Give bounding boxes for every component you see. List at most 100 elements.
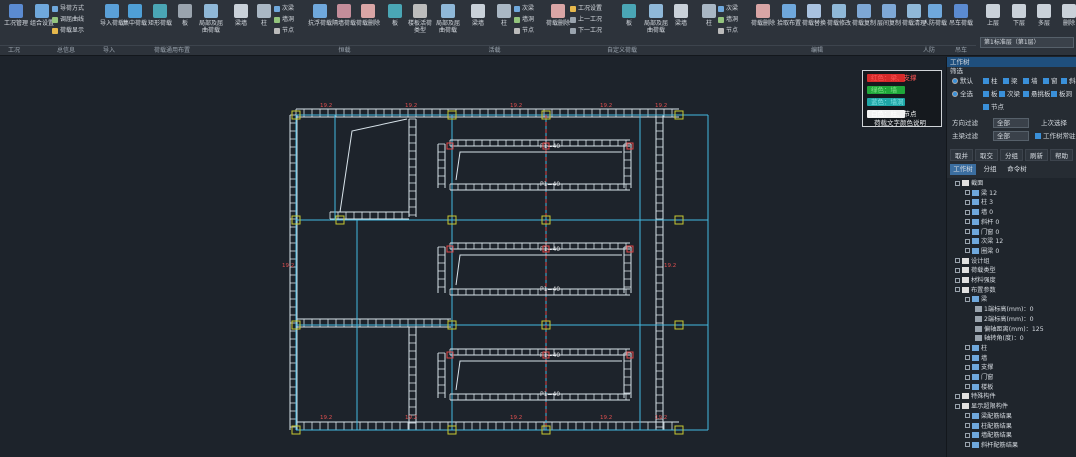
wall-opening-item-3[interactable]: 墙洞: [718, 14, 758, 25]
load-mode-item[interactable]: 导荷方式: [52, 3, 96, 14]
expand-toggle-icon[interactable]: [965, 229, 970, 234]
secondary-beam-item-2[interactable]: 次梁: [514, 3, 554, 14]
panel-action-button[interactable]: 帮助: [1050, 149, 1073, 161]
panel-action-button[interactable]: 取并: [950, 149, 973, 161]
ribbon-tool-31[interactable]: 吊车荷载: [948, 2, 974, 40]
floor-plan-drawing[interactable]: P1=40P1=40P1=40P1=40P1=40P1=4019.2 19.2 19…: [0, 57, 946, 457]
tree-node[interactable]: 柱: [965, 344, 987, 353]
drawing-canvas[interactable]: P1=40 P1=40 P1=40 P1=40 P1=40 P1=40 19.2 19.2 19…: [0, 57, 946, 457]
expand-toggle-icon[interactable]: [955, 287, 960, 293]
load-display-item[interactable]: 荷载显示: [52, 25, 96, 36]
tree-node[interactable]: 门窗: [965, 374, 993, 382]
radio-all[interactable]: 全选: [952, 90, 973, 99]
expand-toggle-icon[interactable]: [955, 267, 960, 273]
ribbon-tool-35[interactable]: 删除: [1056, 2, 1076, 40]
tree-node[interactable]: 墙: [965, 354, 987, 363]
tree-node[interactable]: 荷载类型: [955, 267, 996, 275]
tree-node[interactable]: 支撑: [965, 364, 993, 372]
adjust-curve-item[interactable]: 调屈曲线: [52, 14, 96, 25]
panel-tab-2[interactable]: 分组: [977, 164, 1003, 175]
tree-node[interactable]: 梁 12: [965, 189, 997, 198]
expand-toggle-icon[interactable]: [955, 403, 960, 409]
expand-toggle-icon[interactable]: [955, 277, 960, 283]
tree-node[interactable]: 显示超限构件: [955, 403, 1008, 411]
expand-toggle-icon[interactable]: [965, 423, 970, 428]
node-item[interactable]: 节点: [274, 25, 314, 36]
ribbon-tool-7[interactable]: 局部及屈曲荷载: [198, 2, 224, 40]
ribbon-tool-13[interactable]: 板: [382, 2, 408, 40]
last-selection-button[interactable]: 上次选择: [1041, 119, 1067, 128]
expand-toggle-icon[interactable]: [955, 180, 960, 186]
wall-opening-item[interactable]: 墙洞: [274, 14, 314, 25]
tree-node[interactable]: 截面: [955, 180, 983, 188]
panel-action-button[interactable]: 取交: [975, 149, 998, 161]
work-tree-pin-checkbox[interactable]: 工作树常驻: [1035, 132, 1076, 141]
tree-node[interactable]: 梁配筋结果: [965, 412, 1012, 421]
filter-checkbox[interactable]: 梁: [1003, 77, 1018, 86]
ribbon-tool-12[interactable]: 荷载删除: [355, 2, 381, 40]
tree-node[interactable]: 偏轴距离(mm)：125: [975, 325, 1044, 334]
ribbon-tool-16[interactable]: 梁墙: [465, 2, 491, 40]
tree-node[interactable]: 圈梁 0: [965, 247, 999, 256]
prev-case-item[interactable]: 上一工况: [570, 14, 620, 25]
panel-tab-1[interactable]: 工作树: [950, 164, 976, 175]
ribbon-tool-26[interactable]: 荷载修改: [826, 2, 852, 40]
expand-toggle-icon[interactable]: [965, 384, 970, 390]
wall-opening-item-2[interactable]: 墙洞: [514, 14, 554, 25]
ribbon-tool-30[interactable]: 人防荷载: [922, 2, 948, 40]
tree-node[interactable]: 材料强度: [955, 277, 996, 285]
ribbon-tool-1[interactable]: 工况管理: [3, 2, 29, 40]
expand-toggle-icon[interactable]: [965, 364, 970, 370]
tree-node[interactable]: 布置参数: [955, 286, 996, 295]
tree-node[interactable]: 墙 0: [965, 209, 993, 217]
ribbon-tool-20[interactable]: 局部及屈曲荷载: [643, 2, 669, 40]
filter-checkbox[interactable]: 板洞: [1051, 90, 1072, 99]
tree-node[interactable]: 楼板: [965, 383, 993, 392]
expand-toggle-icon[interactable]: [965, 209, 970, 215]
expand-toggle-icon[interactable]: [965, 355, 970, 361]
work-tree[interactable]: 截面梁 12 柱 3 墙 0 斜杆 0 门窗 0 次梁 12 圈梁 0 设计组 荷载类型 材料强度…: [947, 178, 1076, 457]
filter-checkbox[interactable]: 斜杆: [1061, 77, 1076, 86]
expand-toggle-icon[interactable]: [955, 258, 960, 264]
ribbon-tool-24[interactable]: 拾取布置: [776, 2, 802, 40]
expand-toggle-icon[interactable]: [965, 219, 970, 225]
panel-action-button[interactable]: 刷新: [1025, 149, 1048, 161]
expand-toggle-icon[interactable]: [955, 393, 960, 399]
ribbon-tool-27[interactable]: 荷载复制: [851, 2, 877, 40]
expand-toggle-icon[interactable]: [965, 345, 970, 351]
panel-tab-3[interactable]: 命令树: [1004, 164, 1030, 175]
ribbon-tool-11[interactable]: 隔墙荷载: [331, 2, 357, 40]
expand-toggle-icon[interactable]: [965, 374, 970, 380]
ribbon-tool-25[interactable]: 荷载替换: [801, 2, 827, 40]
expand-toggle-icon[interactable]: [965, 442, 970, 448]
case-settings-item[interactable]: 工况设置: [570, 3, 620, 14]
tree-node[interactable]: 次梁 12: [965, 238, 1003, 246]
ribbon-tool-28[interactable]: 层间复制: [876, 2, 902, 40]
tree-node[interactable]: 特殊构件: [955, 393, 996, 401]
expand-toggle-icon[interactable]: [965, 238, 970, 244]
ribbon-tool-6[interactable]: 板: [172, 2, 198, 40]
expand-toggle-icon[interactable]: [965, 190, 970, 196]
tree-node[interactable]: 柱 3: [965, 199, 993, 207]
secondary-beam-item-3[interactable]: 次梁: [718, 3, 758, 14]
filter-checkbox[interactable]: 悬挑板: [1023, 90, 1051, 99]
expand-toggle-icon[interactable]: [965, 432, 970, 438]
ribbon-tool-15[interactable]: 局部及屈曲荷载: [435, 2, 461, 40]
ribbon-tool-14[interactable]: 楼板活荷类型: [407, 2, 433, 40]
ribbon-tool-33[interactable]: 下层: [1006, 2, 1032, 40]
panel-action-button[interactable]: 分组: [1000, 149, 1023, 161]
filter-checkbox[interactable]: 节点: [983, 103, 1004, 112]
tree-node[interactable]: 斜杆 0: [965, 218, 999, 227]
ribbon-tool-5[interactable]: 矩形荷载: [147, 2, 173, 40]
filter-checkbox[interactable]: 墙: [1023, 77, 1038, 86]
tree-node[interactable]: 斜杆配筋结果: [965, 441, 1018, 450]
expand-toggle-icon[interactable]: [965, 248, 970, 254]
tree-node[interactable]: 1端标高(mm)：0: [975, 306, 1034, 314]
floor-select[interactable]: 第1标准层（第1层）: [980, 37, 1074, 48]
ribbon-tool-21[interactable]: 梁墙: [668, 2, 694, 40]
ribbon-tool-4[interactable]: 集中荷载: [122, 2, 148, 40]
direction-filter-select[interactable]: 全部: [993, 118, 1029, 128]
tree-node[interactable]: 设计组: [955, 257, 990, 266]
filter-checkbox[interactable]: 次梁: [999, 90, 1020, 99]
tree-node[interactable]: 墙配筋结果: [965, 432, 1012, 440]
